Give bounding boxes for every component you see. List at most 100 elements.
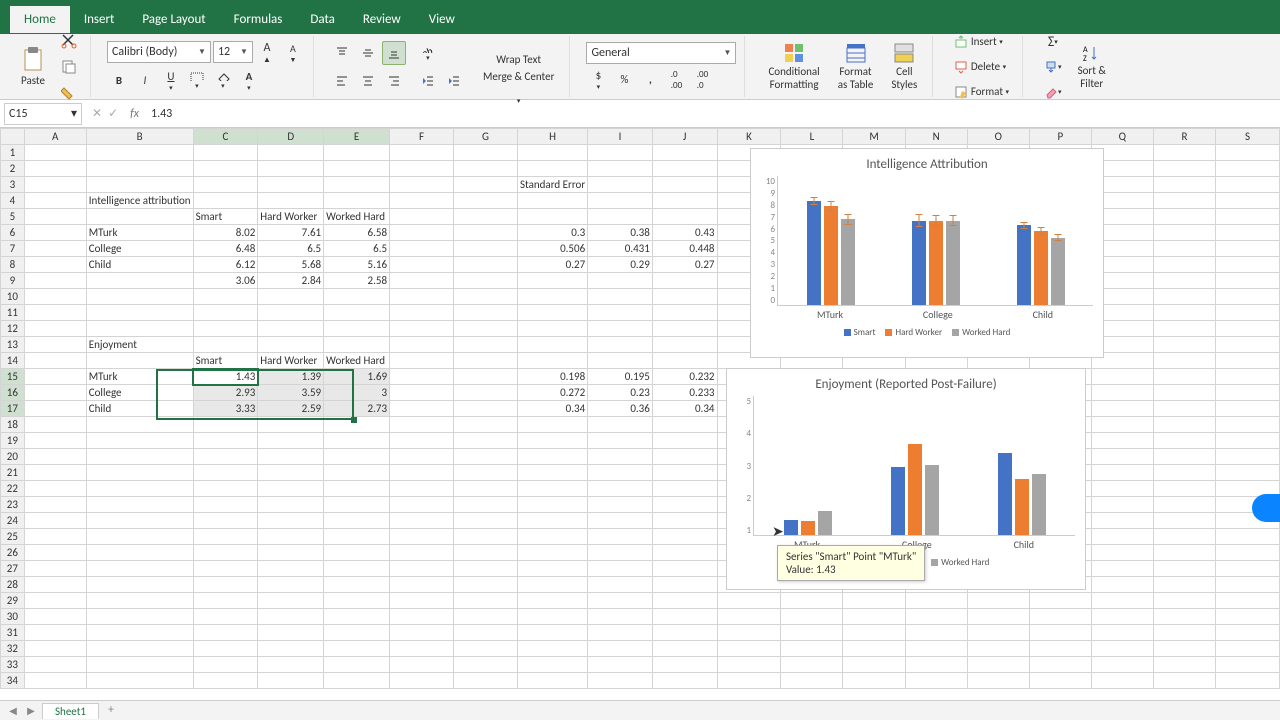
cell-S9[interactable] [1215,273,1279,289]
cell-A13[interactable] [24,337,86,353]
cell-R3[interactable] [1153,177,1215,193]
cell-F11[interactable] [390,305,454,321]
cell-G17[interactable] [454,401,518,417]
col-header-I[interactable]: I [588,129,653,145]
sheet-nav-prev[interactable]: ◀ [6,704,20,717]
cell-C8[interactable]: 6.12 [193,257,258,273]
cell-S3[interactable] [1215,177,1279,193]
cell-Q20[interactable] [1091,449,1153,465]
cell-C13[interactable] [193,337,258,353]
cell-R30[interactable] [1153,609,1215,625]
cell-S33[interactable] [1215,657,1279,673]
sheet-area[interactable]: ABCDEFGHIJKLMNOPQRS123Standard Error4Int… [0,128,1280,700]
col-header-F[interactable]: F [390,129,454,145]
cell-S8[interactable] [1215,257,1279,273]
cell-D32[interactable] [258,641,324,657]
cell-P34[interactable] [1029,673,1091,689]
cell-G20[interactable] [454,449,518,465]
cell-D34[interactable] [258,673,324,689]
cell-D3[interactable] [258,177,324,193]
align-top-button[interactable] [330,41,354,65]
cell-S6[interactable] [1215,225,1279,241]
col-header-Q[interactable]: Q [1091,129,1153,145]
tab-data[interactable]: Data [296,6,349,33]
cell-J26[interactable] [652,545,717,561]
cell-R2[interactable] [1153,161,1215,177]
cell-P31[interactable] [1029,625,1091,641]
row-header-7[interactable]: 7 [1,241,25,257]
cell-A28[interactable] [24,577,86,593]
cell-R9[interactable] [1153,273,1215,289]
cell-F26[interactable] [390,545,454,561]
cell-A25[interactable] [24,529,86,545]
cell-L29[interactable] [781,593,843,609]
cell-D9[interactable]: 2.84 [258,273,324,289]
cell-I23[interactable] [588,497,653,513]
cell-J3[interactable] [652,177,717,193]
cell-G19[interactable] [454,433,518,449]
cell-A32[interactable] [24,641,86,657]
col-header-G[interactable]: G [454,129,518,145]
cell-H5[interactable] [518,209,588,225]
cell-F25[interactable] [390,529,454,545]
row-header-25[interactable]: 25 [1,529,25,545]
cell-I31[interactable] [588,625,653,641]
cell-K34[interactable] [717,673,781,689]
col-header-L[interactable]: L [781,129,843,145]
currency-button[interactable]: $▾ [586,68,610,92]
dropbox-badge-icon[interactable] [1252,494,1280,522]
cell-R25[interactable] [1153,529,1215,545]
cell-I6[interactable]: 0.38 [588,225,653,241]
cell-J34[interactable] [652,673,717,689]
cell-E32[interactable] [324,641,390,657]
cell-E4[interactable] [324,193,390,209]
cell-G9[interactable] [454,273,518,289]
cell-E28[interactable] [324,577,390,593]
cell-J6[interactable]: 0.43 [652,225,717,241]
cell-H17[interactable]: 0.34 [518,401,588,417]
fill-color-button[interactable]: ▾ [211,69,235,93]
cell-F5[interactable] [390,209,454,225]
delete-cells-button[interactable]: Delete ▾ [949,55,1014,79]
cell-A19[interactable] [24,433,86,449]
cell-P32[interactable] [1029,641,1091,657]
cell-E33[interactable] [324,657,390,673]
cell-Q29[interactable] [1091,593,1153,609]
percent-button[interactable]: % [612,68,636,92]
cell-I30[interactable] [588,609,653,625]
format-painter-button[interactable] [56,81,82,105]
cell-S32[interactable] [1215,641,1279,657]
cell-G1[interactable] [454,145,518,161]
cell-J30[interactable] [652,609,717,625]
align-center-button[interactable] [356,69,380,93]
cell-Q18[interactable] [1091,417,1153,433]
cell-styles-button[interactable]: Cell Styles [884,38,924,96]
cell-E27[interactable] [324,561,390,577]
cell-H22[interactable] [518,481,588,497]
cell-Q34[interactable] [1091,673,1153,689]
cell-A1[interactable] [24,145,86,161]
cell-D18[interactable] [258,417,324,433]
increase-decimal-button[interactable]: .0.00 [664,68,688,92]
cell-G23[interactable] [454,497,518,513]
chart-enjoyment[interactable]: Enjoyment (Reported Post-Failure) 54321 … [726,368,1086,590]
cell-L32[interactable] [781,641,843,657]
cell-C22[interactable] [193,481,258,497]
cell-E9[interactable]: 2.58 [324,273,390,289]
cell-D33[interactable] [258,657,324,673]
cell-A2[interactable] [24,161,86,177]
cell-D20[interactable] [258,449,324,465]
cell-A9[interactable] [24,273,86,289]
clear-button[interactable]: ▾ [1039,80,1067,104]
cell-H19[interactable] [518,433,588,449]
cell-H13[interactable] [518,337,588,353]
cell-R19[interactable] [1153,433,1215,449]
sort-filter-button[interactable]: AZSort & Filter [1071,38,1113,96]
cell-C24[interactable] [193,513,258,529]
cell-H23[interactable] [518,497,588,513]
cell-G30[interactable] [454,609,518,625]
cell-A14[interactable] [24,353,86,369]
cell-E23[interactable] [324,497,390,513]
cell-G10[interactable] [454,289,518,305]
cell-S31[interactable] [1215,625,1279,641]
